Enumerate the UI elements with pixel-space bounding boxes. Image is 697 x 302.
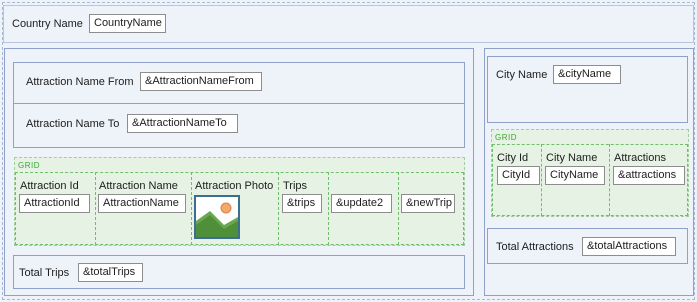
filter-divider: [13, 103, 465, 104]
attraction-name-field[interactable]: AttractionName: [98, 194, 186, 213]
col-header-city-id: City Id: [497, 152, 529, 164]
city-name-field[interactable]: &cityName: [553, 65, 621, 84]
country-name-field[interactable]: CountryName: [89, 14, 166, 33]
grid-col-sep: [398, 172, 399, 245]
col-header-attractions: Attractions: [614, 152, 666, 164]
city-name-label: City Name: [496, 69, 548, 81]
attraction-name-to-label: Attraction Name To: [26, 118, 120, 130]
grid-col-sep: [328, 172, 329, 245]
grid-col-sep: [541, 144, 542, 216]
col-header-city-name: City Name: [546, 152, 598, 164]
total-trips-label: Total Trips: [19, 267, 70, 279]
grid-col-sep: [95, 172, 96, 245]
total-trips-field[interactable]: &totalTrips: [78, 263, 143, 282]
col-header-attraction-id: Attraction Id: [20, 180, 79, 192]
city-name-grid-field[interactable]: CityName: [545, 166, 605, 185]
attractions-grid-tag: GRID: [18, 161, 40, 170]
attraction-name-from-label: Attraction Name From: [26, 76, 134, 88]
grid-col-sep: [609, 144, 610, 216]
col-header-trips: Trips: [283, 180, 308, 192]
attraction-name-from-field[interactable]: &AttractionNameFrom: [140, 72, 262, 91]
total-attractions-field[interactable]: &totalAttractions: [582, 237, 676, 256]
newtrip-field[interactable]: &newTrip: [401, 194, 455, 213]
country-name-label: Country Name: [12, 18, 83, 30]
attractions-field[interactable]: &attractions: [613, 166, 685, 185]
attraction-id-field[interactable]: AttractionId: [19, 194, 90, 213]
col-header-attraction-name: Attraction Name: [99, 180, 178, 192]
grid-col-sep: [278, 172, 279, 245]
attraction-name-to-field[interactable]: &AttractionNameTo: [127, 114, 238, 133]
image-placeholder-icon[interactable]: [194, 195, 240, 239]
update2-field[interactable]: &update2: [331, 194, 392, 213]
trips-field[interactable]: &trips: [282, 194, 322, 213]
total-attractions-label: Total Attractions: [496, 241, 574, 253]
grid-col-sep: [191, 172, 192, 245]
city-id-field[interactable]: CityId: [497, 166, 540, 185]
col-header-attraction-photo: Attraction Photo: [195, 180, 274, 192]
cities-grid-tag: GRID: [495, 133, 517, 142]
